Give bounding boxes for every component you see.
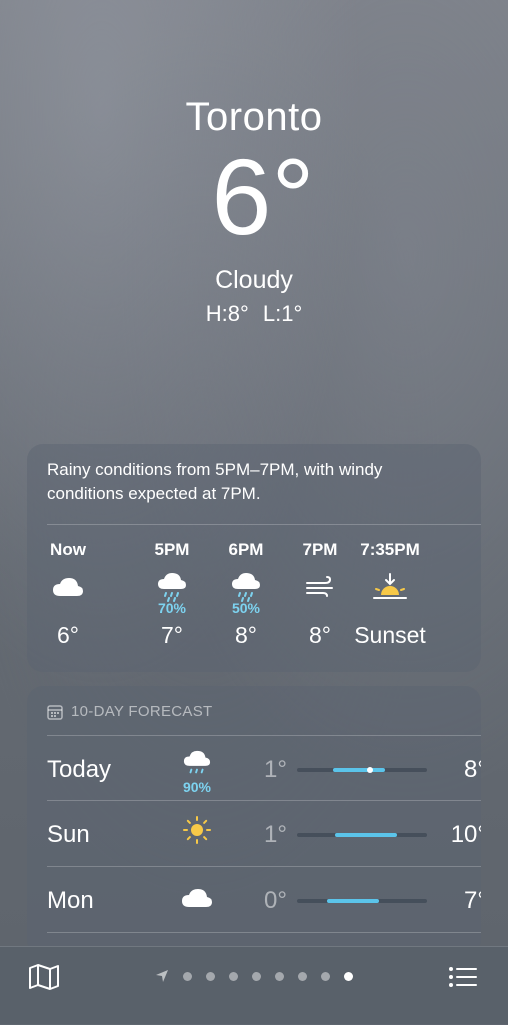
page-indicator[interactable] — [155, 969, 367, 983]
hour-item: 5PM 70% 7° — [137, 540, 207, 649]
current-temperature: 6° — [211, 136, 315, 257]
temp-range-fill — [327, 899, 379, 903]
location-arrow-icon — [156, 970, 168, 982]
hour-label: Now — [50, 540, 86, 559]
day-label: Sun — [47, 821, 90, 848]
forecast-row-today[interactable]: Today 90% 1° 8° — [47, 736, 481, 800]
forecast-icon-wrap — [172, 881, 222, 910]
forecast-row-sun[interactable]: Sun 1° 10° — [47, 801, 481, 865]
precip-chance: 70% — [157, 600, 187, 616]
cloud-rain-icon — [137, 570, 207, 604]
hour-item: 8 6 — [467, 540, 481, 649]
ten-day-forecast-card[interactable]: 10-DAY FORECAST Today 90% 1° 8° Sun 1° 1… — [27, 686, 481, 956]
list-icon[interactable] — [448, 965, 478, 994]
forecast-icon-wrap: 90% — [172, 750, 222, 795]
city-name: Toronto — [185, 95, 323, 139]
high-temp: 7° — [464, 887, 481, 914]
page-dot — [206, 971, 215, 981]
hour-temp: 6° — [57, 622, 79, 648]
bottom-toolbar — [0, 946, 508, 1025]
precip-chance: 50% — [231, 600, 261, 616]
high-temp: H:8° — [205, 301, 249, 326]
cloud-icon — [33, 570, 103, 604]
hour-item: 6PM 50% 8° — [211, 540, 281, 649]
low-temp: L:1° — [262, 301, 303, 326]
hour-item: Now 6° — [33, 540, 103, 649]
page-dot — [321, 971, 330, 981]
divider — [47, 932, 481, 933]
high-low: H:8° L:1° — [0, 301, 508, 327]
temp-range-fill — [335, 833, 397, 837]
hour-temp: 6 — [467, 622, 481, 649]
hour-label: 6PM — [228, 540, 264, 559]
hour-label: 7:35PM — [360, 540, 420, 559]
temp-range-bar — [297, 899, 427, 903]
page-dot — [252, 971, 261, 981]
current-temp-marker — [367, 767, 373, 773]
low-temp: 1° — [264, 756, 287, 783]
cloud-icon — [182, 889, 212, 907]
map-icon[interactable] — [28, 963, 60, 996]
cloud-rain-icon — [211, 570, 281, 604]
cloud-rain-icon — [183, 750, 211, 774]
hourly-forecast-card[interactable]: Rainy conditions from 5PM–7PM, with wind… — [27, 444, 481, 672]
precip-chance — [467, 600, 481, 616]
high-temp: 10° — [450, 821, 481, 848]
temp-range-fill — [333, 768, 385, 772]
temp-range-bar — [297, 767, 427, 773]
ten-day-header: 10-DAY FORECAST — [47, 703, 212, 720]
low-temp: 1° — [264, 821, 287, 848]
calendar-icon — [47, 704, 63, 720]
condition-text: Cloudy — [215, 266, 293, 294]
forecast-row-mon[interactable]: Mon 0° 7° — [47, 867, 481, 931]
day-label: Mon — [47, 887, 94, 914]
temp-range-bar — [297, 833, 427, 837]
forecast-icon-wrap — [172, 815, 222, 846]
high-temp: 8° — [464, 756, 481, 783]
page-dot — [229, 971, 238, 981]
current-weather: Toronto 6° Cloudy H:8° L:1° — [0, 95, 508, 327]
page-dot — [298, 971, 307, 981]
sun-icon — [183, 816, 211, 844]
hour-item: 7:35PM Sunset — [345, 540, 435, 649]
low-temp: 0° — [264, 887, 287, 914]
hour-temp: Sunset — [354, 622, 426, 648]
precip-chance: 90% — [182, 779, 212, 795]
page-dot-active — [344, 971, 353, 981]
sunset-icon — [345, 570, 435, 604]
forecast-summary: Rainy conditions from 5PM–7PM, with wind… — [47, 460, 383, 503]
hourly-scroller[interactable]: Now 6° 5PM 70% 7° 6PM 50% 8° 7PM 8° 7:35… — [27, 540, 481, 660]
hour-label: 8 — [467, 540, 481, 564]
page-dot — [183, 971, 192, 981]
hour-label: 5PM — [154, 540, 190, 559]
hour-temp: 7° — [161, 622, 183, 648]
day-label: Today — [47, 756, 112, 783]
divider — [47, 524, 481, 525]
precip-chance — [33, 600, 103, 616]
precip-chance — [345, 600, 435, 616]
page-dot — [275, 971, 284, 981]
ten-day-title: 10-DAY FORECAST — [71, 703, 213, 720]
wind-icon — [467, 570, 481, 604]
hour-temp: 8° — [235, 622, 257, 648]
